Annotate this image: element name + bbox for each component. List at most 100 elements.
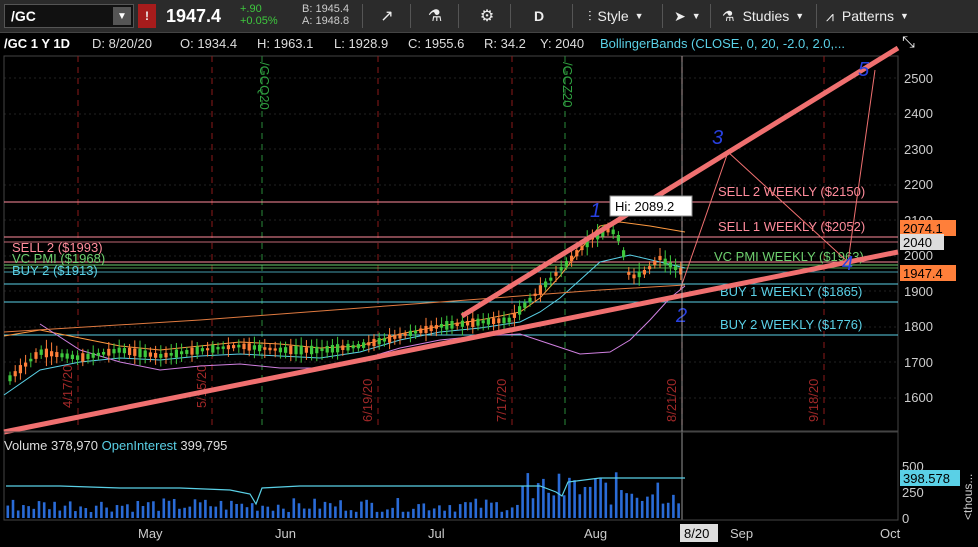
volume-axis: 500 250 0: [902, 459, 924, 526]
candle-body: [185, 350, 189, 354]
wave-label: 1: [590, 200, 601, 222]
volume-bar: [458, 504, 462, 518]
wave-label: 4: [842, 253, 853, 275]
candle-body: [117, 347, 121, 353]
candle-body: [237, 344, 241, 348]
volume-tick: 0: [902, 511, 909, 526]
volume-bar: [672, 494, 675, 518]
volume-bar: [292, 498, 296, 518]
candle-body: [180, 351, 184, 355]
volume-bar: [552, 495, 556, 518]
volume-bar: [625, 493, 628, 518]
candle-body: [122, 348, 126, 354]
volume-bar: [302, 508, 306, 518]
volume-bar: [526, 473, 530, 518]
month-label: Jun: [275, 526, 296, 541]
volume-bar: [479, 507, 483, 518]
candle-body: [96, 352, 100, 356]
candle-body: [486, 318, 490, 325]
volume-bar: [568, 477, 571, 518]
volume-tick: 250: [902, 485, 924, 500]
price-tick: 1600: [904, 390, 933, 405]
buy2-weekly-label: BUY 2 WEEKLY ($1776): [720, 317, 862, 332]
volume-bar: [152, 501, 155, 518]
volume-bar: [594, 478, 597, 518]
candle-body: [658, 255, 662, 261]
candle-body: [263, 347, 267, 350]
candle-body: [642, 270, 646, 275]
volume-bar: [443, 510, 446, 518]
price-tick: 2200: [904, 177, 933, 192]
volume-bar: [640, 500, 644, 518]
volume-bar: [349, 510, 353, 518]
candle-body: [367, 342, 371, 346]
candle-body: [34, 352, 38, 359]
month-label: Jul: [428, 526, 445, 541]
volume-bar: [27, 506, 30, 518]
candle-body: [351, 345, 355, 349]
candle-body: [138, 348, 142, 358]
candle-body: [450, 320, 454, 329]
candle-body: [377, 338, 381, 345]
candle-body: [29, 358, 33, 362]
price-badge-last-text: 1947.4: [903, 266, 943, 281]
candle-body: [445, 321, 449, 330]
lower-trendline: [3, 249, 899, 435]
volume-bar: [214, 506, 218, 518]
volume-bar: [614, 472, 618, 518]
candle-body: [460, 320, 464, 327]
volume-bar: [344, 510, 348, 518]
volume-bar: [401, 511, 405, 518]
volume-bar: [609, 504, 613, 518]
candle-body: [226, 345, 230, 350]
volume-bar: [131, 511, 134, 518]
volume-bar: [375, 511, 379, 518]
volume-bar: [53, 501, 56, 518]
wave-label: 3: [712, 127, 723, 149]
volume-bar: [656, 482, 660, 518]
candle-body: [341, 345, 345, 351]
volume-bar: [287, 511, 290, 518]
candle-body: [50, 351, 54, 357]
price-badge-2040-text: 2040: [903, 235, 932, 250]
candle-body: [507, 317, 511, 323]
volume-bar: [360, 501, 363, 518]
expiry-label-z20: /GCZ20: [560, 62, 575, 108]
candle-body: [128, 347, 132, 356]
volume-bar: [396, 498, 400, 518]
volume-bar: [516, 504, 519, 518]
candle-body: [315, 346, 319, 354]
candle-body: [258, 344, 262, 352]
candle-body: [632, 274, 636, 279]
date-markers: [77, 56, 825, 430]
candle-body: [242, 343, 246, 350]
volume-bar: [666, 502, 670, 518]
volume-bar: [438, 505, 441, 518]
volume-bar: [412, 508, 415, 518]
moving-average: [3, 284, 686, 333]
candle-body: [564, 260, 568, 267]
candle-body: [518, 306, 522, 315]
date-mark-label: 8/21/20: [664, 379, 679, 422]
volume-bar: [630, 493, 634, 518]
candle-body: [112, 349, 116, 354]
volume-bar: [365, 499, 368, 518]
volume-bar: [448, 505, 452, 518]
candle-body: [523, 302, 527, 308]
price-tick: 1700: [904, 355, 933, 370]
candle-body: [408, 330, 412, 336]
volume-bar: [661, 503, 665, 518]
volume-bar: [193, 499, 197, 518]
volume-bar: [74, 511, 77, 518]
volume-bar: [6, 505, 10, 518]
high-callout-text: Hi: 2089.2: [615, 199, 674, 214]
volume-bar: [266, 506, 270, 518]
date-mark-label: 9/18/20: [806, 379, 821, 422]
date-mark-label: 7/17/20: [494, 379, 509, 422]
price-chart[interactable]: /GCQ20 /GCZ20 4/17/20 5/15/20 6/19/20 7/…: [0, 0, 978, 547]
volume-label: Volume: [4, 438, 48, 453]
candle-body: [273, 348, 277, 351]
candle-body: [528, 297, 532, 303]
volume-bar: [484, 499, 488, 518]
candle-body: [424, 325, 428, 334]
